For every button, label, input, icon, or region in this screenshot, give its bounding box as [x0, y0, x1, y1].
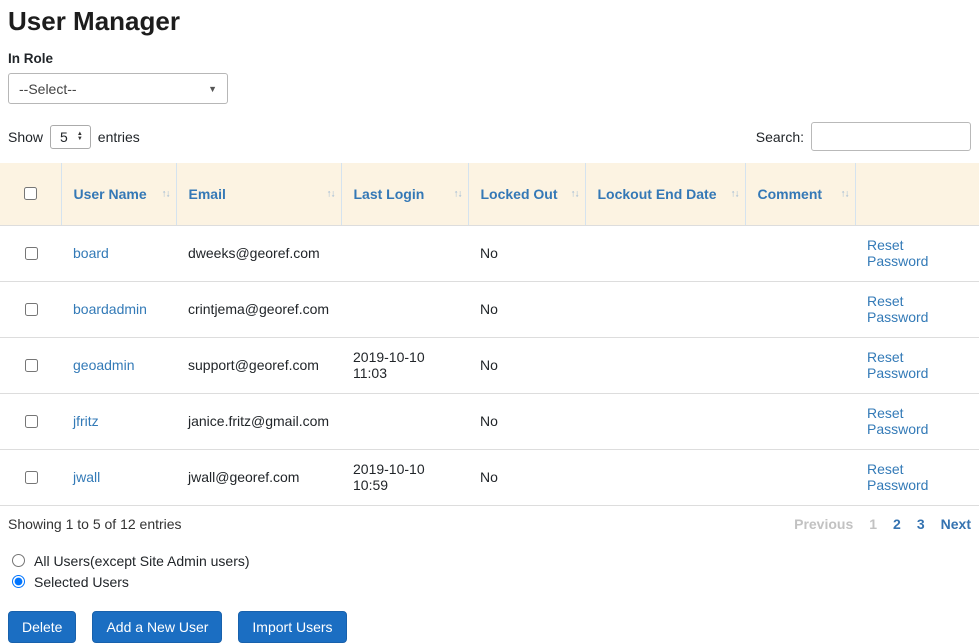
sort-icon[interactable] [841, 188, 849, 199]
table-footer: Showing 1 to 5 of 12 entries Previous 1 … [0, 506, 979, 546]
column-header-locked-out[interactable]: Locked Out [468, 163, 585, 225]
user-name-link[interactable]: geoadmin [73, 357, 135, 373]
user-selection-group: All Users(except Site Admin users) Selec… [0, 546, 979, 597]
comment-cell [745, 393, 855, 449]
last-login-cell: 2019-10-10 10:59 [341, 449, 468, 505]
reset-password-link[interactable]: Reset Password [867, 293, 928, 325]
spinner-arrows-icon: ▲▼ [77, 132, 83, 142]
column-header-lockout-end-date[interactable]: Lockout End Date [585, 163, 745, 225]
lockout-end-date-cell [585, 281, 745, 337]
pagination-page-1[interactable]: 1 [869, 516, 877, 532]
pagination: Previous 1 2 3 Next [778, 516, 971, 532]
selected-users-label: Selected Users [34, 574, 129, 590]
lockout-end-date-cell [585, 449, 745, 505]
locked-out-cell: No [468, 225, 585, 281]
email-cell: jwall@georef.com [176, 449, 341, 505]
lockout-end-date-cell [585, 337, 745, 393]
table-row: board dweeks@georef.com No Reset Passwor… [0, 225, 979, 281]
table-header-row: User Name Email Last Login Locked Out Lo… [0, 163, 979, 225]
locked-out-cell: No [468, 393, 585, 449]
comment-cell [745, 337, 855, 393]
reset-password-link[interactable]: Reset Password [867, 461, 928, 493]
role-select[interactable]: --Select-- ▼ [8, 73, 228, 104]
comment-cell [745, 225, 855, 281]
last-login-cell [341, 225, 468, 281]
radio-option-selected-users[interactable]: Selected Users [12, 574, 967, 590]
sort-icon[interactable] [571, 188, 579, 199]
last-login-cell: 2019-10-10 11:03 [341, 337, 468, 393]
last-login-cell [341, 281, 468, 337]
show-label: Show [8, 129, 43, 145]
row-checkbox[interactable] [25, 471, 38, 484]
email-cell: dweeks@georef.com [176, 225, 341, 281]
email-cell: janice.fritz@gmail.com [176, 393, 341, 449]
locked-out-cell: No [468, 337, 585, 393]
header-select-all [0, 163, 61, 225]
row-checkbox[interactable] [25, 359, 38, 372]
reset-password-link[interactable]: Reset Password [867, 405, 928, 437]
reset-password-link[interactable]: Reset Password [867, 237, 928, 269]
column-header-user-name[interactable]: User Name [61, 163, 176, 225]
all-users-label: All Users(except Site Admin users) [34, 553, 250, 569]
users-table: User Name Email Last Login Locked Out Lo… [0, 163, 979, 506]
column-header-last-login[interactable]: Last Login [341, 163, 468, 225]
user-name-link[interactable]: jfritz [73, 413, 99, 429]
search-input[interactable] [811, 122, 971, 151]
action-buttons: Delete Add a New User Import Users [0, 611, 979, 643]
entries-select-value: 5 [60, 129, 68, 145]
locked-out-cell: No [468, 281, 585, 337]
sort-icon[interactable] [327, 188, 335, 199]
column-header-email[interactable]: Email [176, 163, 341, 225]
email-cell: crintjema@georef.com [176, 281, 341, 337]
role-filter-section: In Role --Select-- ▼ [0, 51, 979, 104]
add-new-user-button[interactable]: Add a New User [92, 611, 222, 643]
page-title: User Manager [0, 6, 979, 37]
sort-icon[interactable] [454, 188, 462, 199]
selected-users-radio[interactable] [12, 575, 25, 588]
dropdown-arrow-icon: ▼ [208, 84, 217, 94]
select-all-checkbox[interactable] [24, 187, 37, 200]
pagination-next[interactable]: Next [941, 516, 971, 532]
column-header-comment[interactable]: Comment [745, 163, 855, 225]
row-checkbox[interactable] [25, 303, 38, 316]
sort-icon[interactable] [162, 188, 170, 199]
pagination-previous[interactable]: Previous [794, 516, 853, 532]
reset-password-link[interactable]: Reset Password [867, 349, 928, 381]
table-row: jwall jwall@georef.com 2019-10-10 10:59 … [0, 449, 979, 505]
import-users-button[interactable]: Import Users [238, 611, 346, 643]
locked-out-cell: No [468, 449, 585, 505]
lockout-end-date-cell [585, 393, 745, 449]
table-info: Showing 1 to 5 of 12 entries [8, 516, 182, 532]
user-name-link[interactable]: jwall [73, 469, 100, 485]
radio-option-all-users[interactable]: All Users(except Site Admin users) [12, 553, 967, 569]
search-control: Search: [756, 122, 971, 151]
table-controls: Show 5 ▲▼ entries Search: [0, 122, 979, 151]
column-header-actions [855, 163, 979, 225]
lockout-end-date-cell [585, 225, 745, 281]
comment-cell [745, 281, 855, 337]
delete-button[interactable]: Delete [8, 611, 76, 643]
comment-cell [745, 449, 855, 505]
pagination-page-2[interactable]: 2 [893, 516, 901, 532]
role-select-value: --Select-- [19, 81, 77, 97]
user-name-link[interactable]: boardadmin [73, 301, 147, 317]
entries-label: entries [98, 129, 140, 145]
user-name-link[interactable]: board [73, 245, 109, 261]
email-cell: support@georef.com [176, 337, 341, 393]
pagination-page-3[interactable]: 3 [917, 516, 925, 532]
all-users-radio[interactable] [12, 554, 25, 567]
row-checkbox[interactable] [25, 415, 38, 428]
in-role-label: In Role [8, 51, 971, 66]
table-row: jfritz janice.fritz@gmail.com No Reset P… [0, 393, 979, 449]
search-label: Search: [756, 129, 804, 145]
row-checkbox[interactable] [25, 247, 38, 260]
sort-icon[interactable] [731, 188, 739, 199]
table-row: boardadmin crintjema@georef.com No Reset… [0, 281, 979, 337]
entries-select[interactable]: 5 ▲▼ [50, 125, 91, 149]
last-login-cell [341, 393, 468, 449]
table-row: geoadmin support@georef.com 2019-10-10 1… [0, 337, 979, 393]
page-length-control: Show 5 ▲▼ entries [8, 125, 140, 149]
